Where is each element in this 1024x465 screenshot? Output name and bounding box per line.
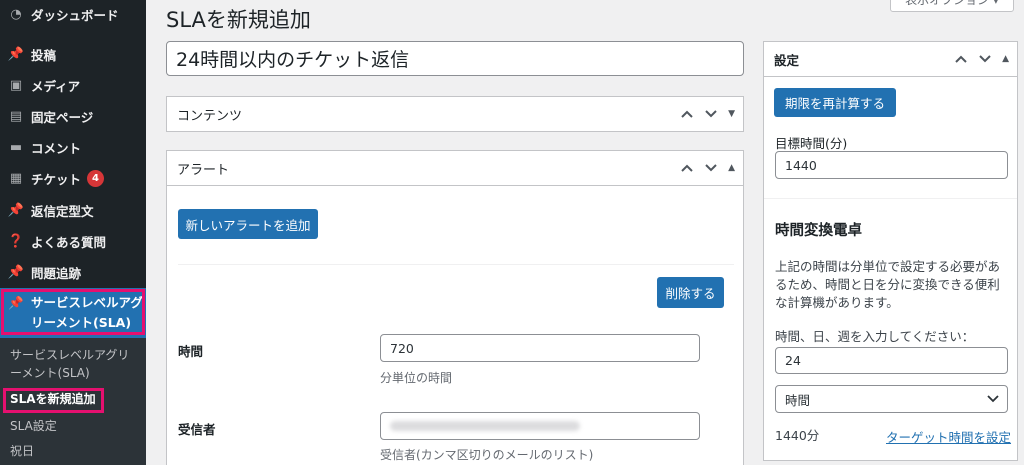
media-icon: ▣ bbox=[9, 77, 23, 93]
submenu-item-sla-settings[interactable]: SLA設定 bbox=[10, 417, 57, 435]
recipient-input[interactable] bbox=[380, 412, 700, 440]
set-target-time-link[interactable]: ターゲット時間を設定 bbox=[886, 427, 1011, 446]
divider bbox=[178, 264, 734, 265]
sidebar-item-tickets[interactable]: ▦ チケット 4 bbox=[0, 164, 146, 192]
ticket-count-badge: 4 bbox=[87, 169, 105, 187]
chevron-up-icon[interactable] bbox=[680, 161, 694, 175]
recalculate-deadline-button[interactable]: 期限を再計算する bbox=[774, 88, 896, 117]
redacted-email bbox=[390, 421, 580, 431]
chevron-down-icon[interactable] bbox=[704, 161, 718, 175]
alert-postbox: アラート ▲ 新しいアラートを追加 削除する 時間 720 分単位の時間 受信者… bbox=[166, 150, 744, 465]
target-time-input[interactable]: 1440 bbox=[775, 151, 1008, 179]
chevron-up-icon[interactable] bbox=[954, 52, 968, 66]
admin-sidebar: ◔ ダッシュボード 📌 投稿 ▣ メディア ▤ 固定ページ ▬ コメント ▦ チ… bbox=[0, 0, 146, 465]
sidebar-item-issue-tracking[interactable]: 📌 問題追跡 bbox=[0, 258, 146, 286]
calculator-result: 1440分 bbox=[775, 428, 820, 443]
pin-icon: 📌 bbox=[7, 202, 25, 218]
chevron-up-icon[interactable] bbox=[680, 107, 694, 121]
grid-icon: ▦ bbox=[9, 170, 23, 186]
alert-postbox-title: アラート bbox=[177, 162, 230, 178]
submenu-item-holidays[interactable]: 祝日 bbox=[10, 442, 34, 460]
calculator-title: 時間変換電卓 bbox=[775, 223, 862, 239]
calculator-input-label: 時間、日、週を入力してください： bbox=[775, 329, 975, 344]
sidebar-item-label: 問題追跡 bbox=[31, 265, 82, 281]
calculator-description: 上記の時間は分単位で設定する必要があ るため、時間と日を分に変換できる便利 な計… bbox=[775, 259, 1001, 310]
highlight-box bbox=[3, 388, 104, 413]
sidebar-item-canned-replies[interactable]: 📌 返信定型文 bbox=[0, 196, 146, 224]
divider bbox=[764, 198, 1017, 199]
sidebar-item-media[interactable]: ▣ メディア bbox=[0, 71, 146, 99]
calculator-input[interactable]: 24 bbox=[775, 347, 1008, 374]
divider bbox=[764, 76, 1017, 77]
sidebar-item-label: 投稿 bbox=[31, 47, 57, 63]
sidebar-item-label: よくある質問 bbox=[31, 234, 107, 250]
sidebar-item-dashboard[interactable]: ◔ ダッシュボード bbox=[0, 0, 146, 28]
page-icon: ▤ bbox=[9, 108, 23, 124]
sidebar-item-label: 返信定型文 bbox=[31, 203, 94, 219]
toggle-panel-icon[interactable]: ▲ bbox=[1002, 54, 1009, 64]
toggle-panel-icon[interactable]: ▼ bbox=[728, 109, 735, 119]
sidebar-item-label: チケット bbox=[31, 171, 82, 187]
chevron-down-icon bbox=[987, 391, 999, 406]
page-title: SLAを新規追加 bbox=[166, 8, 311, 32]
post-title-input[interactable]: 24時間以内のチケット返信 bbox=[166, 41, 744, 76]
sidebar-item-label: 固定ページ bbox=[31, 109, 94, 125]
help-icon: ❓ bbox=[7, 233, 25, 249]
comment-icon: ▬ bbox=[9, 139, 23, 155]
settings-postbox: 設定 ▲ 期限を再計算する 目標時間(分) 1440 時間変換電卓 上記の時間は… bbox=[763, 41, 1018, 461]
alert-time-input[interactable]: 720 bbox=[380, 334, 700, 362]
screen-options-button[interactable]: 表示オプション ▾ bbox=[890, 0, 1014, 12]
delete-alert-button[interactable]: 削除する bbox=[657, 277, 724, 308]
recipient-label: 受信者 bbox=[178, 422, 216, 437]
sidebar-item-faq[interactable]: ❓ よくある質問 bbox=[0, 227, 146, 255]
highlight-box bbox=[1, 289, 145, 335]
contents-postbox-title: コンテンツ bbox=[177, 108, 243, 124]
contents-postbox: コンテンツ ▼ bbox=[166, 96, 744, 132]
sidebar-item-label: ダッシュボード bbox=[31, 7, 119, 23]
toggle-panel-icon[interactable]: ▲ bbox=[728, 163, 735, 173]
recipient-description: 受信者(カンマ区切りのメールのリスト) bbox=[380, 448, 594, 462]
chevron-down-icon[interactable] bbox=[704, 107, 718, 121]
pin-icon: 📌 bbox=[7, 46, 25, 62]
sidebar-item-comments[interactable]: ▬ コメント bbox=[0, 133, 146, 161]
divider bbox=[167, 185, 743, 186]
sidebar-item-label: メディア bbox=[31, 78, 81, 94]
sidebar-item-posts[interactable]: 📌 投稿 bbox=[0, 40, 146, 68]
add-alert-button[interactable]: 新しいアラートを追加 bbox=[178, 209, 318, 239]
submenu-item-sla-list[interactable]: サービスレベルアグリ ーメント(SLA) bbox=[10, 346, 129, 382]
pin-icon: 📌 bbox=[7, 264, 25, 280]
target-time-label: 目標時間(分) bbox=[775, 136, 848, 151]
unit-select[interactable]: 時間 bbox=[775, 385, 1008, 413]
chevron-down-icon[interactable] bbox=[978, 52, 992, 66]
time-description: 分単位の時間 bbox=[380, 371, 453, 385]
sidebar-item-label: コメント bbox=[31, 140, 82, 156]
dashboard-icon: ◔ bbox=[10, 6, 22, 22]
time-label: 時間 bbox=[178, 344, 204, 359]
sidebar-item-pages[interactable]: ▤ 固定ページ bbox=[0, 102, 146, 130]
